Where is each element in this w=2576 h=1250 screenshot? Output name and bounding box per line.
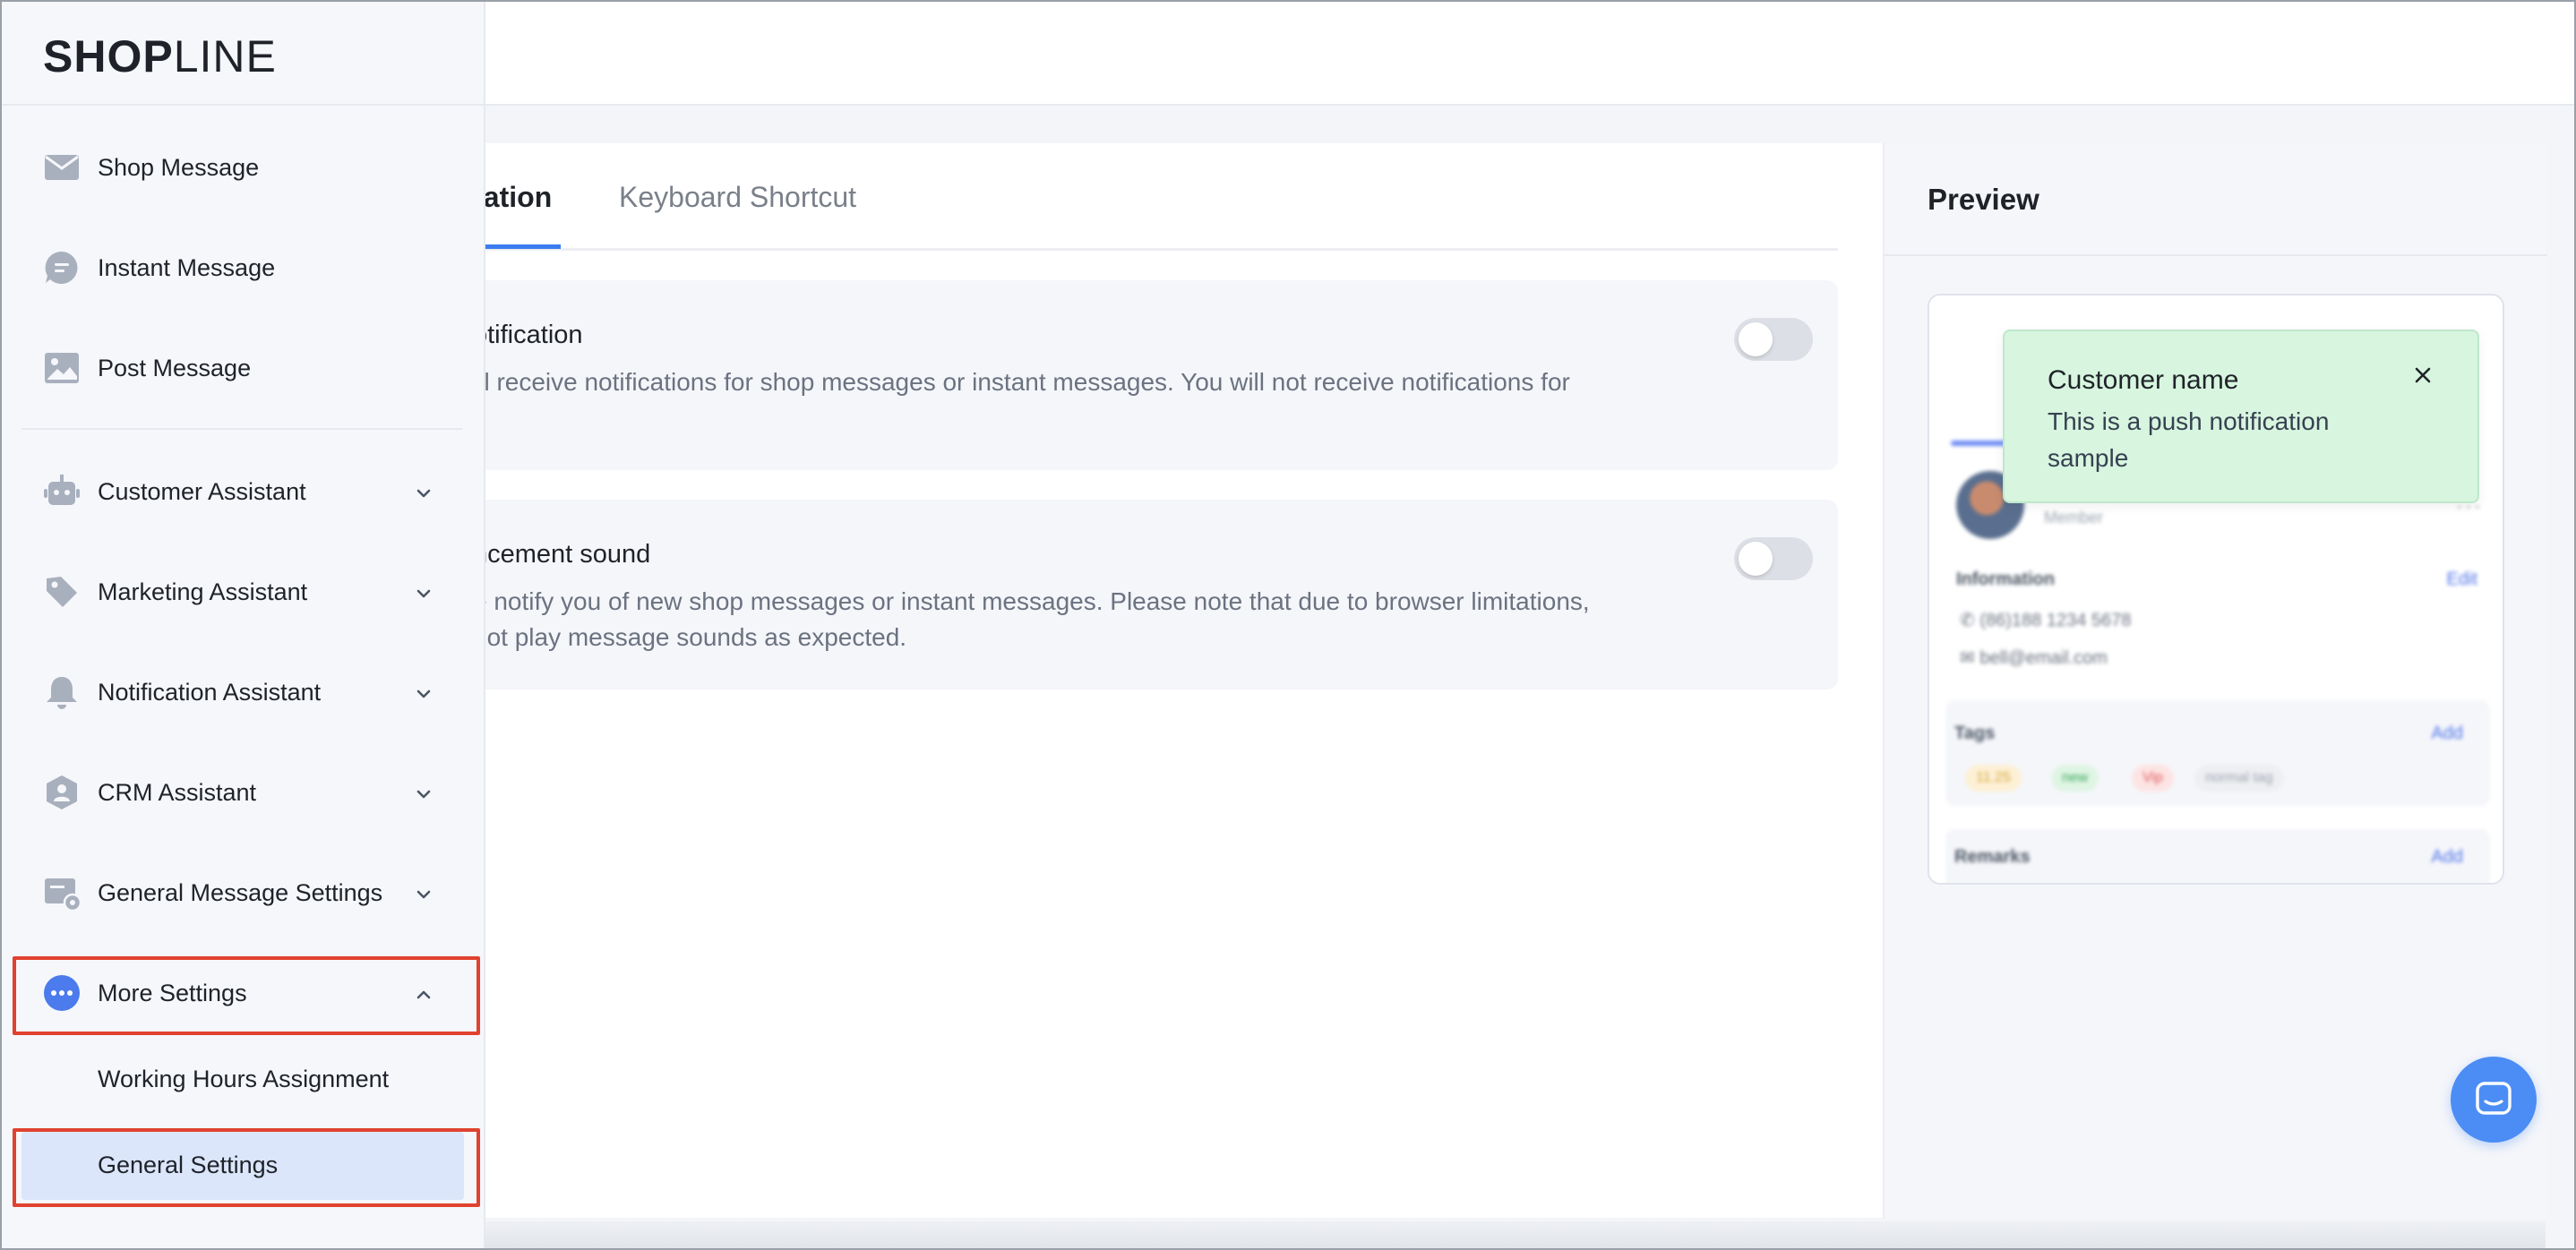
- close-icon[interactable]: [2408, 360, 2438, 390]
- toast-title: Customer name: [2048, 365, 2239, 395]
- preview-title: Preview: [1928, 183, 2039, 216]
- add-remark-link: Add: [2431, 847, 2463, 867]
- sidebar-item-shop-message[interactable]: Shop Message: [2, 124, 485, 213]
- chevron-down-icon: [416, 790, 431, 799]
- tag-chip: new: [2051, 765, 2099, 792]
- shopline-logo[interactable]: SHOPLINE: [43, 30, 277, 82]
- email-value: ✉ bell@email.com: [1960, 648, 2108, 668]
- divider: [1885, 254, 2547, 256]
- sidebar-item-label: CRM Assistant: [98, 779, 257, 806]
- settings-card: cation Keyboard Shortcut otification ill…: [468, 143, 1883, 1218]
- toggle-knob: [1739, 542, 1773, 576]
- sound-setting-panel: ncement sound e notify you of new shop m…: [473, 500, 1838, 689]
- email-text: bell@email.com: [1979, 648, 2108, 668]
- sound-setting-title: ncement sound: [473, 540, 651, 569]
- robot-icon: [44, 475, 80, 505]
- divider: [21, 428, 462, 430]
- chevron-down-icon: [416, 890, 431, 899]
- remarks-label: Remarks: [1954, 847, 2031, 867]
- highlight-more-settings: [13, 956, 480, 1035]
- support-chat-button[interactable]: [2451, 1057, 2537, 1143]
- tags-label: Tags: [1954, 723, 1996, 743]
- sidebar-item-crm-assistant[interactable]: CRM Assistant: [2, 749, 485, 838]
- image-icon: [45, 353, 79, 383]
- notification-setting-panel: otification ill receive notifications fo…: [473, 280, 1838, 470]
- envelope-icon: [45, 155, 79, 180]
- toggle-knob: [1739, 322, 1773, 356]
- settings-tabs: cation Keyboard Shortcut: [468, 143, 1838, 251]
- sidebar-item-notification-assistant[interactable]: Notification Assistant: [2, 648, 485, 738]
- sound-toggle[interactable]: [1734, 537, 1813, 580]
- sidebar-item-label: Notification Assistant: [98, 679, 322, 706]
- sidebar: SHOPLINE Shop Message Instant Message Po…: [2, 2, 485, 1248]
- sidebar-item-instant-message[interactable]: Instant Message: [2, 224, 485, 313]
- member-label: Member: [2044, 509, 2104, 527]
- tag-icon: [47, 577, 77, 607]
- preview-panel: Preview Member ··· Information Edit ✆ (8…: [1883, 143, 2547, 1218]
- notification-setting-title: otification: [473, 321, 583, 349]
- sidebar-item-general-message-settings[interactable]: General Message Settings: [2, 849, 485, 938]
- toast-body: This is a push notification sample: [2048, 407, 2330, 472]
- information-label: Information: [1956, 569, 2055, 589]
- chevron-down-icon: [416, 489, 431, 498]
- add-tag-link: Add: [2431, 723, 2463, 743]
- edit-link: Edit: [2446, 569, 2477, 589]
- logo-area: SHOPLINE: [2, 2, 485, 106]
- sidebar-item-customer-assistant[interactable]: Customer Assistant: [2, 448, 485, 537]
- logo-text-light: LINE: [173, 31, 277, 81]
- push-notification-toast: Customer name This is a push notificatio…: [2003, 330, 2479, 503]
- notification-toggle[interactable]: [1734, 318, 1813, 361]
- phone-text: (86)188 1234 5678: [1979, 611, 2132, 630]
- message-settings-icon: [45, 878, 81, 912]
- bell-icon: [47, 677, 77, 709]
- chevron-down-icon: [416, 589, 431, 598]
- phone-value: ✆ (86)188 1234 5678: [1960, 611, 2132, 630]
- sidebar-item-label: Instant Message: [98, 254, 276, 281]
- user-shield-icon: [47, 775, 77, 809]
- bottom-edge: [270, 1221, 2546, 1248]
- chevron-down-icon: [416, 689, 431, 698]
- chat-icon: [2476, 1082, 2512, 1115]
- tag-chip: Vip: [2132, 765, 2174, 792]
- sidebar-item-label: General Message Settings: [98, 879, 383, 906]
- sidebar-subitem-working-hours-assignment[interactable]: Working Hours Assignment: [2, 1044, 485, 1116]
- tag-chip: 11.25: [1965, 765, 2022, 792]
- active-tab-indicator: [485, 244, 561, 249]
- sidebar-item-label: Customer Assistant: [98, 478, 306, 505]
- sound-desc-line-1: e notify you of new shop messages or ins…: [473, 587, 1590, 615]
- sound-setting-description: e notify you of new shop messages or ins…: [473, 584, 1691, 655]
- sidebar-item-label: Working Hours Assignment: [98, 1066, 390, 1092]
- sidebar-item-label: Shop Message: [98, 154, 260, 181]
- tab-keyboard-shortcut[interactable]: Keyboard Shortcut: [619, 181, 856, 214]
- notification-setting-description: ill receive notifications for shop messa…: [473, 368, 1570, 396]
- logo-text-bold: SHOP: [43, 31, 174, 81]
- highlight-general-settings: [13, 1128, 480, 1207]
- app-window: cation Keyboard Shortcut otification ill…: [0, 0, 2576, 1250]
- sidebar-item-label: Post Message: [98, 355, 252, 381]
- sidebar-item-marketing-assistant[interactable]: Marketing Assistant: [2, 548, 485, 638]
- sound-desc-line-2: not play message sounds as expected.: [473, 623, 907, 651]
- chat-bubble-icon: [45, 251, 78, 284]
- sidebar-item-label: Marketing Assistant: [98, 578, 308, 605]
- sidebar-item-post-message[interactable]: Post Message: [2, 324, 485, 414]
- tag-chip: normal tag: [2194, 765, 2284, 792]
